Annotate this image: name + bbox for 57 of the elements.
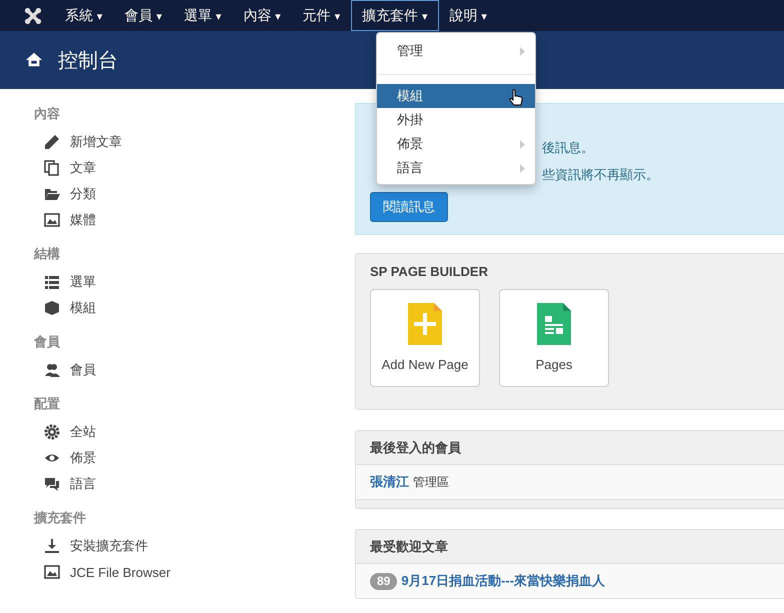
gear-icon	[44, 424, 60, 440]
folder-icon	[44, 186, 60, 202]
nav-menu[interactable]: 系統 ▾	[54, 0, 114, 31]
download-icon	[44, 538, 60, 554]
sidebar-link[interactable]: 佈景	[70, 449, 96, 467]
nav-menu[interactable]: 元件 ▾	[292, 0, 352, 31]
sidebar-link[interactable]: 模組	[70, 299, 96, 317]
home-icon	[24, 51, 44, 69]
document-icon	[537, 303, 571, 345]
panel-title: SP PAGE BUILDER	[370, 264, 489, 279]
sidebar-link[interactable]: 文章	[70, 159, 96, 177]
user-link[interactable]: 張清江	[370, 465, 409, 499]
sidebar-link[interactable]: 會員	[70, 361, 96, 379]
section-heading: 擴充套件	[34, 509, 87, 527]
menu-item[interactable]: 管理	[377, 37, 535, 65]
article-link[interactable]: 9月17日捐血活動---來當快樂捐血人	[401, 564, 606, 598]
section-heading: 內容	[34, 105, 61, 123]
read-messages-button[interactable]: 閱讀訊息	[370, 192, 448, 222]
sidebar-link[interactable]: 分類	[70, 185, 96, 203]
section-heading: 結構	[34, 245, 61, 263]
sidebar-link[interactable]: JCE File Browser	[70, 564, 170, 580]
hits-badge: 89	[370, 572, 398, 590]
image-icon	[44, 564, 60, 580]
sidebar-link[interactable]: 新增文章	[70, 133, 122, 151]
menu-item[interactable]: 佈景	[377, 132, 535, 156]
nav-menu[interactable]: 選單 ▾	[172, 0, 232, 31]
card-label: Add New Page	[382, 357, 468, 372]
sidebar-link[interactable]: 選單	[70, 273, 96, 291]
area-label: 管理區	[413, 474, 449, 491]
nav-menu[interactable]: 內容 ▾	[232, 0, 292, 31]
logo-icon[interactable]	[24, 6, 42, 24]
image-icon	[44, 212, 60, 228]
page-title: 控制台	[58, 48, 118, 74]
hand-cursor-icon	[509, 89, 523, 107]
add-page-icon	[408, 303, 442, 345]
nav-menu[interactable]: 擴充套件 ▾	[351, 0, 439, 31]
list-icon	[44, 274, 60, 290]
shortcut-card[interactable]: Pages	[499, 289, 609, 387]
menu-item[interactable]: 模組	[377, 84, 535, 108]
nav-menu[interactable]: 說明 ▾	[438, 0, 498, 31]
menu-item[interactable]: 語言	[377, 156, 535, 180]
message-text: 後訊息。	[542, 139, 594, 157]
shortcut-card[interactable]: Add New Page	[370, 289, 480, 387]
sidebar-link[interactable]: 安裝擴充套件	[70, 537, 148, 555]
copy-icon	[44, 160, 60, 176]
sidebar-link[interactable]: 媒體	[70, 211, 96, 229]
card-label: Pages	[536, 357, 572, 372]
nav-menu[interactable]: 會員 ▾	[113, 0, 173, 31]
comments-icon	[44, 476, 60, 492]
pencil-icon	[44, 134, 60, 150]
sidebar-link[interactable]: 全站	[70, 423, 96, 441]
menu-item[interactable]: 外掛	[377, 108, 535, 132]
users-icon	[44, 362, 60, 378]
section-heading: 會員	[34, 333, 61, 351]
section-heading: 配置	[34, 395, 61, 413]
message-text: 些資訊將不再顯示。	[542, 166, 659, 184]
sidebar-link[interactable]: 語言	[70, 475, 96, 493]
